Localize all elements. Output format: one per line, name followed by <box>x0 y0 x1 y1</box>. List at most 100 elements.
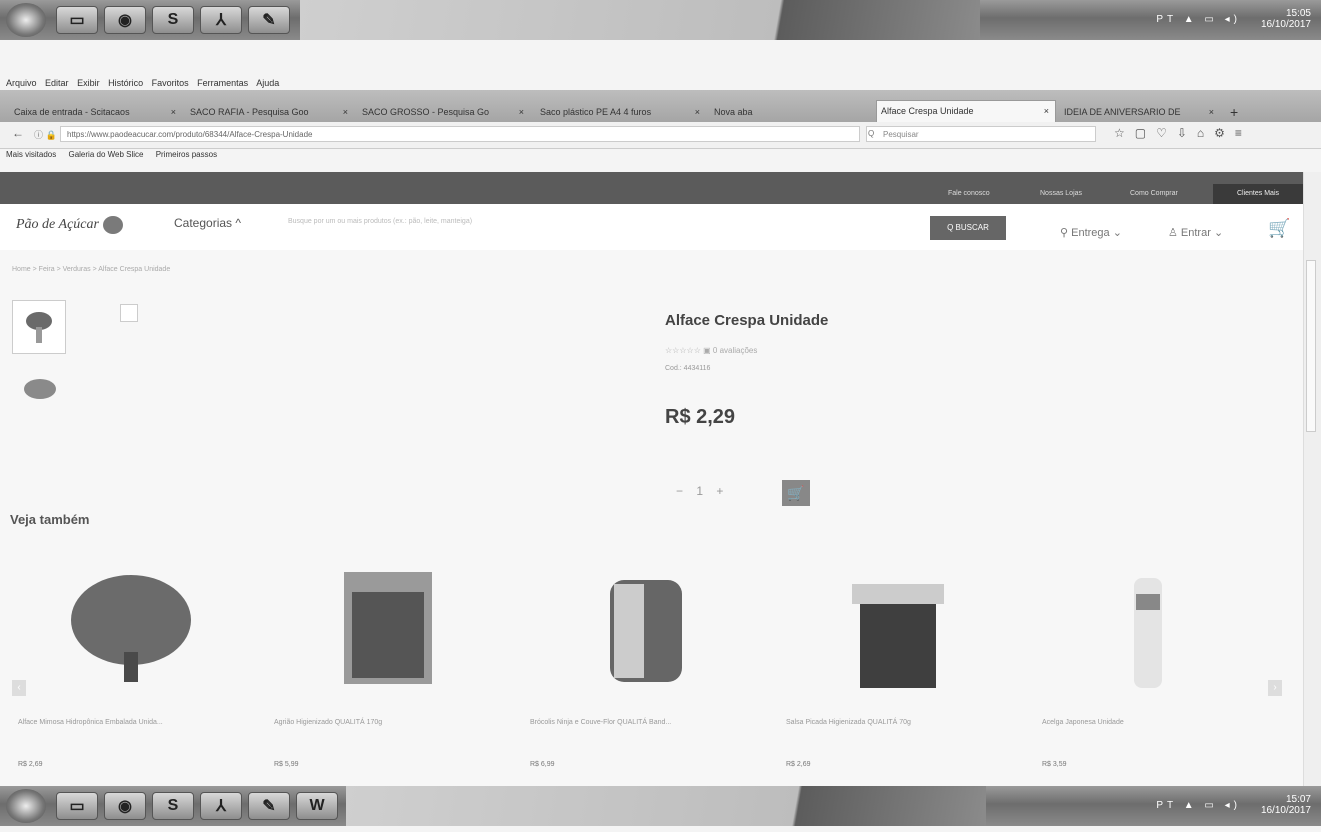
paint-icon[interactable]: ✎ <box>248 792 290 820</box>
product-page <box>0 250 1303 786</box>
product-rating[interactable]: ☆☆☆☆☆ ▣ 0 avaliações <box>665 346 757 355</box>
carousel-next-button[interactable]: › <box>1268 680 1282 696</box>
related-product-price: R$ 3,59 <box>1042 761 1067 768</box>
taskbar-active-area <box>300 0 980 40</box>
logo-mark-icon <box>102 216 123 234</box>
link-fale-conosco[interactable]: Fale conosco <box>948 190 990 197</box>
tab-saco-grosso[interactable]: SACO GROSSO - Pesquisa Go × <box>358 102 530 122</box>
taskbar-top: ▭ ◉ S ⅄ ✎ PT ▲ ▭ ◂) 15:05 16/10/2017 <box>0 0 1321 40</box>
related-product-image-1[interactable] <box>66 560 196 690</box>
skype-icon[interactable]: S <box>152 792 194 820</box>
link-nossas-lojas[interactable]: Nossas Lojas <box>1040 190 1082 197</box>
tab-ideia-aniversario[interactable]: IDEIA DE ANIVERSARIO DE × <box>1060 102 1220 122</box>
login-menu[interactable]: ♙ Entrar ⌄ <box>1168 226 1223 239</box>
related-title: Veja também <box>10 512 90 527</box>
add-to-cart-button[interactable]: 🛒 <box>782 480 810 506</box>
search-button[interactable]: Q BUSCAR <box>930 216 1006 240</box>
product-code: Cod.: 4434116 <box>665 365 711 372</box>
breadcrumb-home[interactable]: Home <box>12 266 31 273</box>
paint-icon[interactable]: ✎ <box>248 6 290 34</box>
browser-navbar: ← ⓘ 🔒 https://www.paodeacucar.com/produt… <box>0 122 1321 149</box>
windows-start-button[interactable] <box>6 3 46 37</box>
toolbar-icons[interactable]: ☆▢♡⇩⌂⚙≡ <box>1114 126 1252 140</box>
product-thumbnail-1[interactable] <box>12 300 66 354</box>
tray-icons[interactable]: PT ▲ ▭ ◂) <box>1156 800 1241 811</box>
main-image-placeholder <box>120 304 138 322</box>
related-product-image-5[interactable] <box>1128 574 1168 692</box>
related-product-image-4[interactable] <box>846 576 950 692</box>
close-icon[interactable]: × <box>171 102 176 122</box>
categories-menu[interactable]: Categorias ^ <box>174 216 241 230</box>
taskbar-active-area <box>346 786 986 826</box>
skype-icon[interactable]: S <box>152 6 194 34</box>
breadcrumb-feira[interactable]: Feira <box>39 266 55 273</box>
related-product-image-3[interactable] <box>606 576 686 686</box>
bookmark-mais-visitados[interactable]: Mais visitados <box>6 150 56 159</box>
related-product-image-2[interactable] <box>338 568 438 688</box>
decrease-quantity-button[interactable]: − <box>676 484 683 498</box>
file-explorer-icon[interactable]: ▭ <box>56 792 98 820</box>
menu-arquivo[interactable]: Arquivo <box>6 78 37 88</box>
product-title: Alface Crespa Unidade <box>665 312 829 329</box>
user-icon: ♙ <box>1168 227 1181 239</box>
bookmark-primeiros-passos[interactable]: Primeiros passos <box>156 150 217 159</box>
cart-icon: 🛒 <box>787 485 805 501</box>
browser-menubar: Arquivo Editar Exibir Histórico Favorito… <box>6 78 285 88</box>
chrome-icon[interactable]: ◉ <box>104 792 146 820</box>
tab-gmail[interactable]: Caixa de entrada - Scitacaos × <box>10 102 182 122</box>
system-clock[interactable]: 15:07 16/10/2017 <box>1261 794 1311 816</box>
account-button[interactable]: Clientes Mais <box>1213 184 1303 204</box>
related-product-price: R$ 2,69 <box>786 761 811 768</box>
related-product-price: R$ 5,99 <box>274 761 299 768</box>
adobe-reader-icon[interactable]: ⅄ <box>200 6 242 34</box>
tab-alface-crespa[interactable]: Alface Crespa Unidade × <box>876 100 1056 122</box>
cart-icon[interactable]: 🛒 <box>1268 218 1290 239</box>
quantity-stepper: − 1 + <box>676 484 723 498</box>
product-search-input[interactable]: Busque por um ou mais produtos (ex.: pão… <box>288 218 928 225</box>
bookmark-galeria[interactable]: Galeria do Web Slice <box>68 150 143 159</box>
related-product-name[interactable]: Agrião Higienizado QUALITÁ 170g <box>274 719 382 726</box>
back-arrow-icon[interactable]: ← <box>12 126 24 140</box>
close-icon[interactable]: × <box>1044 101 1049 121</box>
product-thumbnail-2[interactable] <box>20 374 60 404</box>
browser-search-input[interactable]: Pesquisar <box>866 126 1096 142</box>
related-product-name[interactable]: Salsa Picada Higienizada QUALITÁ 70g <box>786 719 911 726</box>
breadcrumb-verduras[interactable]: Verduras <box>63 266 91 273</box>
related-product-name[interactable]: Acelga Japonesa Unidade <box>1042 719 1124 726</box>
related-product-name[interactable]: Brócolis Ninja e Couve-Flor QUALITÁ Band… <box>530 719 671 726</box>
lettuce-image <box>26 312 52 343</box>
menu-ajuda[interactable]: Ajuda <box>256 78 279 88</box>
star-icon: ☆☆☆☆☆ <box>665 346 701 355</box>
carousel-prev-button[interactable]: ‹ <box>12 680 26 696</box>
close-icon[interactable]: × <box>519 102 524 122</box>
file-explorer-icon[interactable]: ▭ <box>56 6 98 34</box>
adobe-reader-icon[interactable]: ⅄ <box>200 792 242 820</box>
site-logo[interactable]: Pão de Açúcar <box>16 216 123 234</box>
new-tab-button[interactable]: + <box>1226 102 1246 122</box>
quantity-value[interactable]: 1 <box>696 484 703 498</box>
close-icon[interactable]: × <box>695 102 700 122</box>
related-product-price: R$ 2,69 <box>18 761 43 768</box>
tab-nova-aba[interactable]: Nova aba <box>710 102 870 122</box>
info-lock-icon[interactable]: ⓘ 🔒 <box>34 128 57 141</box>
close-icon[interactable]: × <box>1209 102 1214 122</box>
related-product-name[interactable]: Alface Mimosa Hidropônica Embalada Unida… <box>18 719 163 726</box>
word-icon[interactable]: W <box>296 792 338 820</box>
increase-quantity-button[interactable]: + <box>716 484 723 498</box>
tray-icons[interactable]: PT ▲ ▭ ◂) <box>1156 14 1241 25</box>
tab-saco-plastico[interactable]: Saco plástico PE A4 4 furos × <box>536 102 706 122</box>
close-icon[interactable]: × <box>343 102 348 122</box>
menu-historico[interactable]: Histórico <box>108 78 143 88</box>
delivery-menu[interactable]: ⚲ Entrega ⌄ <box>1060 226 1122 239</box>
menu-favoritos[interactable]: Favoritos <box>152 78 189 88</box>
chrome-icon[interactable]: ◉ <box>104 6 146 34</box>
menu-editar[interactable]: Editar <box>45 78 69 88</box>
system-clock[interactable]: 15:05 16/10/2017 <box>1261 8 1311 30</box>
scrollbar-thumb[interactable] <box>1306 260 1316 432</box>
windows-start-button[interactable] <box>6 789 46 823</box>
tab-saco-rafia[interactable]: SACO RAFIA - Pesquisa Goo × <box>186 102 354 122</box>
menu-exibir[interactable]: Exibir <box>77 78 100 88</box>
link-como-comprar[interactable]: Como Comprar <box>1130 190 1178 197</box>
url-bar[interactable]: https://www.paodeacucar.com/produto/6834… <box>60 126 860 142</box>
menu-ferramentas[interactable]: Ferramentas <box>197 78 248 88</box>
